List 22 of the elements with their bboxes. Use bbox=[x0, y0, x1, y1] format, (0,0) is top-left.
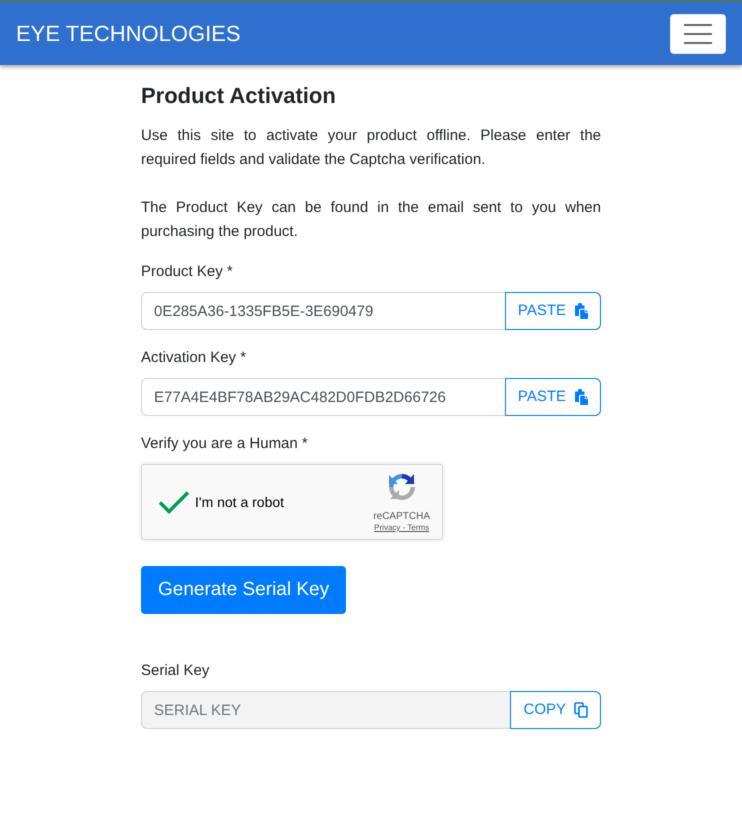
field-label: Activation Key * bbox=[141, 348, 246, 368]
paste-button[interactable]: PASTE bbox=[504, 292, 601, 330]
text-field[interactable]: E77A4E4BF78AB29AC482D0FDB2D66726 bbox=[141, 378, 506, 416]
description-text: The Product Key can be found in the email sent to you when purchasing the product. bbox=[141, 198, 601, 242]
checkbox-label: I'm not a robot bbox=[195, 492, 284, 512]
checkmark-icon[interactable] bbox=[158, 490, 190, 514]
menu-icon bbox=[683, 22, 713, 44]
privacy-terms-link[interactable]: Privacy - Terms bbox=[374, 523, 430, 533]
description-text: Use this site to activate your product offline. Please enter the required fields and validate the Captcha verification. bbox=[141, 126, 601, 170]
copy-icon bbox=[574, 702, 588, 718]
brand-title[interactable]: EYE TECHNOLOGIES bbox=[16, 17, 241, 50]
field-label: Product Key * bbox=[141, 262, 233, 282]
clipboard-icon bbox=[574, 389, 588, 405]
paste-button[interactable]: PASTE bbox=[504, 378, 601, 416]
clipboard-icon bbox=[574, 303, 588, 319]
generate-button[interactable]: Generate Serial Key bbox=[141, 566, 346, 614]
page-title: Product Activation bbox=[141, 83, 337, 109]
menu-button[interactable] bbox=[670, 14, 726, 54]
captcha-brand-text: reCAPTCHA bbox=[373, 511, 430, 523]
field-label: Serial Key bbox=[141, 661, 210, 681]
text-field[interactable]: 0E285A36-1335FB5E-3E690479 bbox=[141, 292, 506, 330]
field-label: Verify you are a Human * bbox=[141, 434, 308, 454]
